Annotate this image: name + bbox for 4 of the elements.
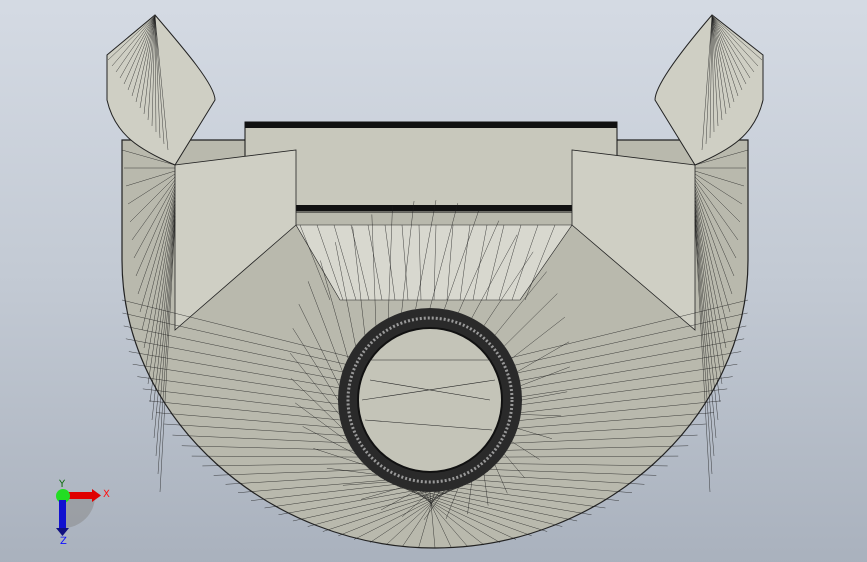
axis-label: Z bbox=[60, 536, 67, 547]
z-axis-arrow-icon bbox=[56, 500, 69, 536]
axis-label: X bbox=[103, 489, 110, 500]
axis-label: Y bbox=[59, 479, 66, 490]
